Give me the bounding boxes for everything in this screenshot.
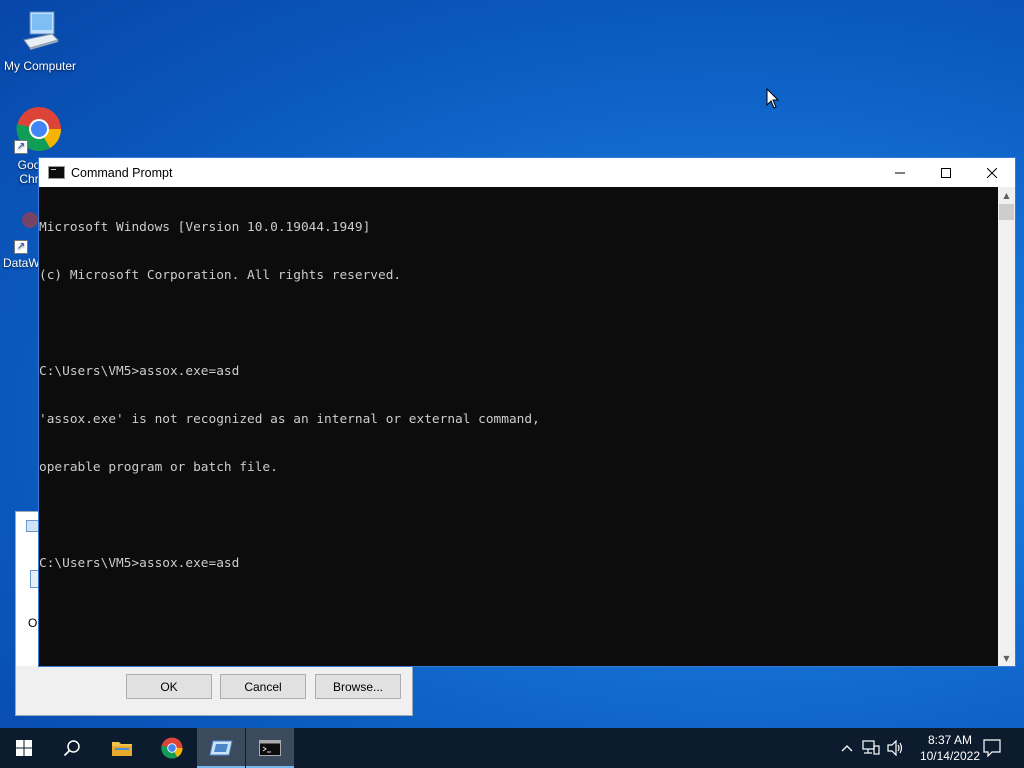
run-icon	[209, 740, 233, 756]
folder-icon	[112, 742, 132, 756]
arrow-cursor-icon	[766, 88, 780, 109]
cmd-icon	[259, 740, 281, 756]
vertical-scrollbar[interactable]: ▲ ▼	[998, 187, 1015, 666]
open-label: O	[28, 616, 38, 630]
minimize-icon	[895, 172, 905, 173]
chrome-icon	[161, 737, 183, 759]
title-bar[interactable]: Command Prompt	[39, 158, 1015, 187]
desktop-icon-label: DataW	[3, 256, 40, 270]
clock-time: 8:37 AM	[927, 733, 972, 747]
chevron-up-icon	[841, 745, 853, 752]
ok-button[interactable]: OK	[126, 674, 212, 699]
taskbar: 8:37 AM 10/14/2022	[0, 728, 1024, 768]
scroll-up-arrow-icon[interactable]: ▲	[998, 187, 1015, 203]
close-button[interactable]	[969, 158, 1015, 187]
scroll-down-arrow-icon[interactable]: ▼	[998, 650, 1015, 666]
show-hidden-icons-button[interactable]	[838, 728, 856, 768]
computer-icon	[23, 11, 59, 50]
console-output[interactable]: Microsoft Windows [Version 10.0.19044.19…	[39, 187, 998, 666]
windows-logo-icon	[16, 740, 32, 756]
action-center-button[interactable]	[980, 728, 1004, 768]
desktop-icon-label: My Computer	[3, 59, 77, 73]
console-line: 'assox.exe' is not recognized as an inte…	[39, 412, 540, 427]
chrome-taskbar-button[interactable]	[148, 728, 196, 768]
console-line: C:\Users\VM5>assox.exe=asd	[39, 556, 240, 571]
file-explorer-button[interactable]	[98, 728, 146, 768]
command-prompt-window[interactable]: Command Prompt Microsoft Windows [Versio…	[38, 157, 1016, 667]
shortcut-arrow-icon: ↗	[14, 140, 28, 154]
cancel-button[interactable]: Cancel	[220, 674, 306, 699]
scroll-thumb[interactable]	[999, 204, 1014, 220]
console-line: Microsoft Windows [Version 10.0.19044.19…	[39, 220, 371, 235]
close-icon	[987, 167, 997, 178]
cmd-icon	[48, 166, 65, 179]
system-clock[interactable]: 8:37 AM 10/14/2022	[920, 732, 980, 764]
datawizard-icon	[22, 212, 38, 228]
console-line: (c) Microsoft Corporation. All rights re…	[39, 268, 402, 283]
maximize-button[interactable]	[923, 158, 969, 187]
search-icon	[63, 740, 80, 757]
start-button[interactable]	[0, 728, 48, 768]
clock-date: 10/14/2022	[919, 749, 980, 763]
console-line: operable program or batch file.	[39, 460, 278, 475]
shortcut-arrow-icon: ↗	[14, 240, 28, 254]
notification-icon	[983, 739, 1001, 757]
search-button[interactable]	[48, 728, 96, 768]
network-icon	[862, 740, 880, 755]
command-prompt-taskbar-button[interactable]	[246, 728, 294, 768]
console-line: C:\Users\VM5>assox.exe=asd	[39, 364, 240, 379]
minimize-button[interactable]	[877, 158, 923, 187]
desktop-icon-my-computer[interactable]: My Computer	[0, 10, 80, 73]
window-title: Command Prompt	[71, 165, 173, 180]
speaker-icon	[887, 740, 903, 756]
volume-button[interactable]	[884, 728, 906, 768]
network-button[interactable]	[860, 728, 882, 768]
run-taskbar-button[interactable]	[197, 728, 245, 768]
browse-button[interactable]: Browse...	[315, 674, 401, 699]
maximize-icon	[941, 167, 951, 178]
